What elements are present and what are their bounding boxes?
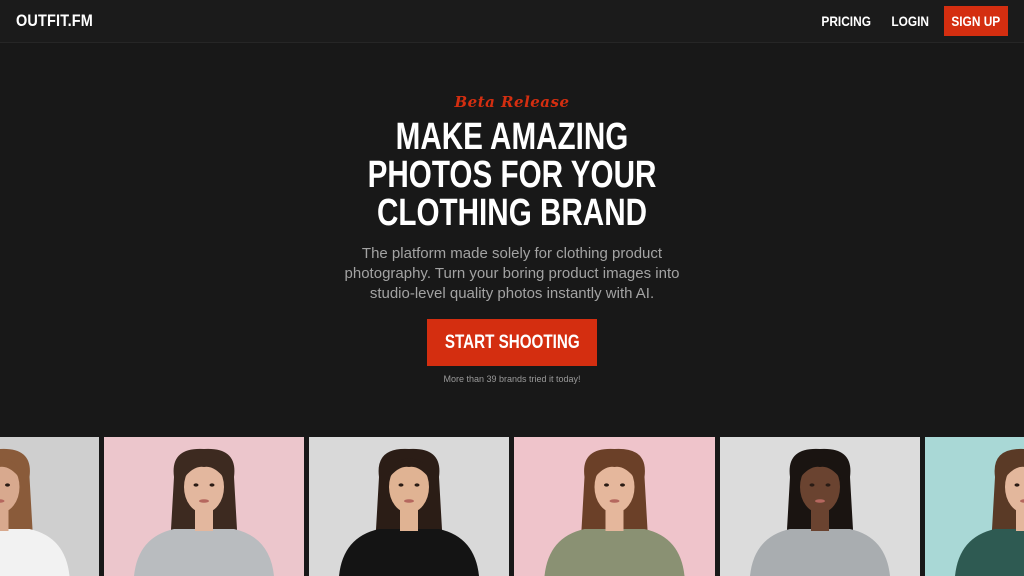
nav-links: PRICING LOGIN SIGN UP (817, 6, 1008, 36)
model-photo-1 (0, 437, 99, 576)
model-photo-5 (720, 437, 920, 576)
headline-line-2: PHOTOS FOR YOUR (367, 154, 657, 196)
pricing-link[interactable]: PRICING (822, 13, 872, 29)
headline-line-3: CLOTHING BRAND (376, 192, 648, 234)
model-photo-6 (925, 437, 1024, 576)
model-photo-2 (104, 437, 304, 576)
logo[interactable]: OUTFIT.FM (16, 11, 93, 31)
start-shooting-label: START SHOOTING (444, 331, 580, 353)
start-shooting-button[interactable]: START SHOOTING (427, 319, 597, 366)
model-gallery (0, 437, 1024, 576)
top-navbar: OUTFIT.FM PRICING LOGIN SIGN UP (0, 0, 1024, 43)
signup-button-label: SIGN UP (951, 13, 1001, 29)
headline-line-1: MAKE AMAZING (395, 116, 629, 158)
model-photo-3 (309, 437, 509, 576)
hero-subtext: The platform made solely for clothing pr… (344, 245, 680, 302)
beta-release-tag: Beta Release (454, 93, 570, 111)
login-link[interactable]: LOGIN (891, 13, 929, 29)
brands-note: More than 39 brands tried it today! (443, 374, 581, 384)
signup-button[interactable]: SIGN UP (944, 6, 1008, 36)
hero-section: Beta Release MAKE AMAZING PHOTOS FOR YOU… (0, 43, 1024, 437)
hero-headline: MAKE AMAZING PHOTOS FOR YOUR CLOTHING BR… (0, 118, 1024, 232)
model-photo-4 (514, 437, 715, 576)
